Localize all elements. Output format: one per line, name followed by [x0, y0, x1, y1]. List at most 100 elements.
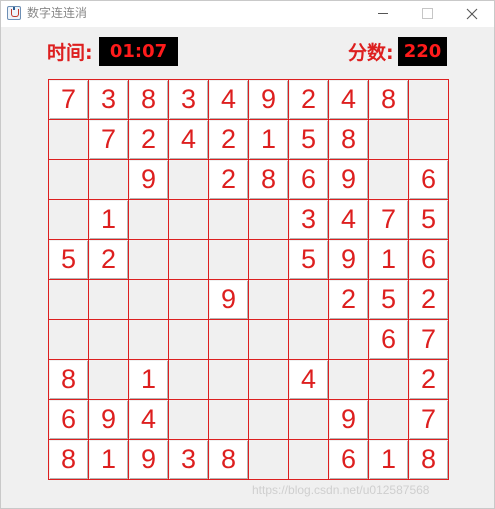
number-tile[interactable]: 9: [250, 81, 288, 119]
board-cell[interactable]: 4: [328, 79, 369, 120]
number-tile[interactable]: 5: [50, 241, 88, 279]
board-cell[interactable]: [248, 199, 289, 240]
board-cell[interactable]: [128, 319, 169, 360]
number-tile[interactable]: 1: [130, 361, 168, 399]
board-cell[interactable]: 5: [408, 199, 449, 240]
number-tile[interactable]: 8: [50, 441, 88, 479]
board-cell[interactable]: [248, 439, 289, 480]
board-cell[interactable]: 3: [88, 79, 129, 120]
board-cell[interactable]: [208, 359, 249, 400]
board-cell[interactable]: 3: [168, 79, 209, 120]
number-tile[interactable]: 4: [290, 361, 328, 399]
board-cell[interactable]: 6: [368, 319, 409, 360]
board-cell[interactable]: 1: [88, 439, 129, 480]
board-cell[interactable]: 4: [208, 79, 249, 120]
number-tile[interactable]: 6: [410, 161, 448, 199]
board-cell[interactable]: [168, 399, 209, 440]
board-cell[interactable]: 9: [128, 439, 169, 480]
board-cell[interactable]: [168, 239, 209, 280]
board-cell[interactable]: 9: [208, 279, 249, 320]
board-cell[interactable]: 4: [328, 199, 369, 240]
number-tile[interactable]: 7: [370, 201, 408, 239]
board-cell[interactable]: [368, 159, 409, 200]
board-cell[interactable]: [168, 279, 209, 320]
board-cell[interactable]: [48, 319, 89, 360]
minimize-button[interactable]: [361, 1, 405, 27]
board-cell[interactable]: [88, 279, 129, 320]
board-cell[interactable]: 8: [128, 79, 169, 120]
board-cell[interactable]: [368, 359, 409, 400]
number-tile[interactable]: 6: [410, 241, 448, 279]
board-cell[interactable]: [288, 279, 329, 320]
board-cell[interactable]: [208, 399, 249, 440]
board-cell[interactable]: 9: [328, 399, 369, 440]
number-tile[interactable]: 6: [290, 161, 328, 199]
board-cell[interactable]: 9: [328, 159, 369, 200]
board-cell[interactable]: [208, 239, 249, 280]
board-cell[interactable]: [248, 319, 289, 360]
number-tile[interactable]: 4: [330, 201, 368, 239]
number-tile[interactable]: 8: [370, 81, 408, 119]
number-tile[interactable]: 7: [90, 121, 128, 159]
board-cell[interactable]: 8: [328, 119, 369, 160]
board-cell[interactable]: 2: [408, 279, 449, 320]
number-tile[interactable]: 1: [90, 441, 128, 479]
board-cell[interactable]: 2: [88, 239, 129, 280]
board-cell[interactable]: 7: [88, 119, 129, 160]
board-cell[interactable]: 2: [128, 119, 169, 160]
board-cell[interactable]: [48, 119, 89, 160]
board-cell[interactable]: 1: [128, 359, 169, 400]
board-cell[interactable]: 2: [408, 359, 449, 400]
board-cell[interactable]: 6: [328, 439, 369, 480]
board-cell[interactable]: 9: [88, 399, 129, 440]
board-cell[interactable]: [368, 399, 409, 440]
board-cell[interactable]: [328, 319, 369, 360]
number-tile[interactable]: 8: [210, 441, 248, 479]
board-cell[interactable]: 7: [408, 319, 449, 360]
number-tile[interactable]: 9: [330, 161, 368, 199]
board-cell[interactable]: 3: [288, 199, 329, 240]
number-tile[interactable]: 7: [410, 401, 448, 439]
board-cell[interactable]: [128, 199, 169, 240]
board-cell[interactable]: [168, 199, 209, 240]
board-cell[interactable]: 9: [248, 79, 289, 120]
number-tile[interactable]: 3: [170, 441, 208, 479]
number-tile[interactable]: 8: [330, 121, 368, 159]
board-cell[interactable]: 5: [48, 239, 89, 280]
number-tile[interactable]: 3: [90, 81, 128, 119]
number-tile[interactable]: 6: [370, 321, 408, 359]
board-cell[interactable]: [88, 159, 129, 200]
board-cell[interactable]: [128, 279, 169, 320]
board-cell[interactable]: [48, 159, 89, 200]
board-cell[interactable]: 8: [48, 439, 89, 480]
board-cell[interactable]: [88, 319, 129, 360]
board-cell[interactable]: 4: [168, 119, 209, 160]
number-tile[interactable]: 2: [410, 361, 448, 399]
number-tile[interactable]: 2: [130, 121, 168, 159]
board-cell[interactable]: [168, 159, 209, 200]
number-tile[interactable]: 6: [50, 401, 88, 439]
board-cell[interactable]: [128, 239, 169, 280]
number-tile[interactable]: 2: [410, 281, 448, 319]
board-cell[interactable]: 2: [208, 159, 249, 200]
board-cell[interactable]: 8: [248, 159, 289, 200]
board-cell[interactable]: 1: [368, 439, 409, 480]
board-cell[interactable]: 7: [368, 199, 409, 240]
number-tile[interactable]: 8: [130, 81, 168, 119]
number-tile[interactable]: 2: [210, 161, 248, 199]
number-tile[interactable]: 4: [130, 401, 168, 439]
board-cell[interactable]: [248, 239, 289, 280]
number-tile[interactable]: 4: [170, 121, 208, 159]
board-cell[interactable]: 6: [48, 399, 89, 440]
board-cell[interactable]: [368, 119, 409, 160]
board-cell[interactable]: 5: [288, 239, 329, 280]
board-cell[interactable]: 9: [128, 159, 169, 200]
board-cell[interactable]: 8: [408, 439, 449, 480]
board-cell[interactable]: [48, 199, 89, 240]
board-cell[interactable]: [48, 279, 89, 320]
number-tile[interactable]: 8: [50, 361, 88, 399]
board-cell[interactable]: 4: [128, 399, 169, 440]
close-button[interactable]: [450, 1, 494, 27]
board-cell[interactable]: 1: [248, 119, 289, 160]
board-cell[interactable]: 2: [208, 119, 249, 160]
